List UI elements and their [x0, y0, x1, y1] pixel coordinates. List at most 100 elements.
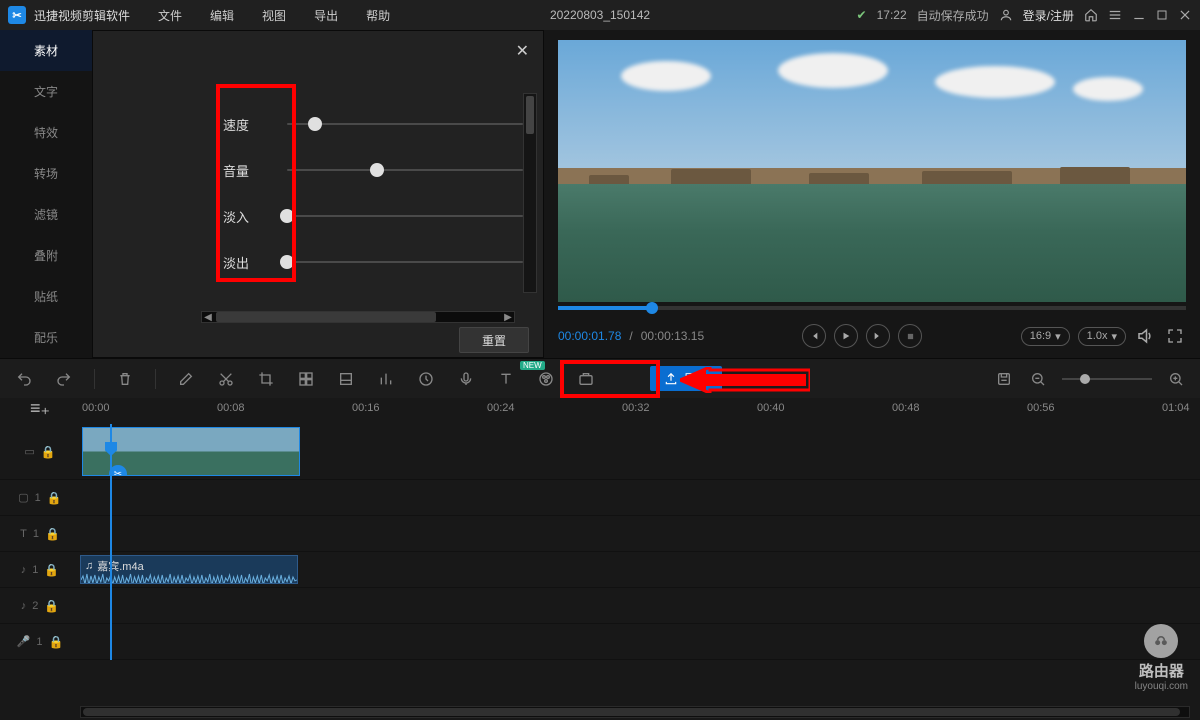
- zoom-in-icon[interactable]: [1166, 369, 1186, 389]
- mic-track-icon: 🎤: [17, 635, 31, 648]
- mic-icon[interactable]: [456, 369, 476, 389]
- volume-icon[interactable]: [1134, 325, 1156, 347]
- export-label: 导出: [684, 370, 708, 387]
- time-current: 00:00:01.78: [558, 329, 621, 343]
- fullscreen-icon[interactable]: [1164, 325, 1186, 347]
- zoom-out-icon[interactable]: [1028, 369, 1048, 389]
- voice-track[interactable]: 🎤1🔒: [0, 624, 1200, 660]
- text-icon[interactable]: [496, 369, 516, 389]
- new-badge: NEW: [520, 361, 545, 370]
- slider-speed[interactable]: 速度: [201, 101, 523, 147]
- playhead[interactable]: [110, 424, 112, 660]
- export-button[interactable]: 导出: [650, 366, 722, 391]
- slider-fadein-label: 淡入: [201, 207, 271, 226]
- menu-file[interactable]: 文件: [158, 7, 182, 24]
- project-name: 20220803_150142: [550, 8, 650, 22]
- app-logo: ✂: [8, 6, 26, 24]
- new-feature-icon[interactable]: [576, 369, 596, 389]
- login-link[interactable]: 登录/注册: [1023, 7, 1074, 24]
- cut-icon[interactable]: [216, 369, 236, 389]
- text-track-icon: T: [20, 528, 27, 540]
- lock-icon: 🔒: [47, 491, 62, 505]
- slider-fadein[interactable]: 淡入: [201, 193, 523, 239]
- tab-music[interactable]: 配乐: [0, 317, 92, 358]
- undo-icon[interactable]: [14, 369, 34, 389]
- maximize-icon[interactable]: [1156, 9, 1168, 21]
- edit-icon[interactable]: [176, 369, 196, 389]
- main-menu: 文件 编辑 视图 导出 帮助: [158, 7, 390, 24]
- delete-icon[interactable]: [115, 369, 135, 389]
- menu-help[interactable]: 帮助: [366, 7, 390, 24]
- time-icon[interactable]: [416, 369, 436, 389]
- prev-frame-button[interactable]: [802, 324, 826, 348]
- equalizer-icon[interactable]: [376, 369, 396, 389]
- panel-hscroll[interactable]: ◀ ▶: [201, 311, 515, 323]
- close-icon[interactable]: [1178, 8, 1192, 22]
- zoom-slider[interactable]: [1062, 378, 1152, 380]
- panel-close-icon[interactable]: ✕: [516, 41, 529, 61]
- redo-icon[interactable]: [54, 369, 74, 389]
- time-total: 00:00:13.15: [641, 329, 704, 343]
- mosaic-icon[interactable]: [296, 369, 316, 389]
- tab-effect[interactable]: 特效: [0, 112, 92, 153]
- panel-vscroll[interactable]: [523, 93, 537, 293]
- audio-track-2[interactable]: ♪2🔒: [0, 588, 1200, 624]
- menu-export[interactable]: 导出: [314, 7, 338, 24]
- tab-transition[interactable]: 转场: [0, 153, 92, 194]
- timeline-hscroll[interactable]: [80, 706, 1190, 718]
- menu-view[interactable]: 视图: [262, 7, 286, 24]
- video-track[interactable]: ▭🔒 ✂: [0, 424, 1200, 480]
- left-tabs: 素材 文字 特效 转场 滤镜 叠附 贴纸 配乐: [0, 30, 92, 358]
- color-icon[interactable]: [536, 369, 556, 389]
- toolbar: NEW 导出: [0, 358, 1200, 398]
- tab-material[interactable]: 素材: [0, 30, 92, 71]
- audio-track-1[interactable]: ♪1🔒 ♫嘉宾.m4a: [0, 552, 1200, 588]
- autosave-check-icon: ✔: [857, 8, 867, 22]
- tab-filter[interactable]: 滤镜: [0, 194, 92, 235]
- menu-edit[interactable]: 编辑: [210, 7, 234, 24]
- overlay-track[interactable]: ▢1🔒: [0, 480, 1200, 516]
- tab-text[interactable]: 文字: [0, 71, 92, 112]
- properties-panel: ✕ 速度 音量 淡入 淡出 ◀ ▶ 重置: [92, 30, 544, 358]
- audio-file-icon: ♫: [85, 560, 93, 572]
- watermark: 路由器 luyouqi.com: [1135, 624, 1188, 692]
- save-icon[interactable]: [994, 369, 1014, 389]
- scroll-left-icon[interactable]: ◀: [202, 311, 214, 323]
- crop-icon[interactable]: [256, 369, 276, 389]
- timeline-ruler[interactable]: ≡₊ 00:00 00:08 00:16 00:24 00:32 00:40 0…: [0, 398, 1200, 424]
- autosave-label: 自动保存成功: [917, 7, 989, 24]
- speed-select[interactable]: 1.0x▾: [1078, 327, 1126, 346]
- stop-button[interactable]: [898, 324, 922, 348]
- lock-icon: 🔒: [44, 563, 59, 577]
- text-track[interactable]: T1🔒: [0, 516, 1200, 552]
- lock-icon: 🔒: [41, 445, 56, 459]
- tab-overlay[interactable]: 叠附: [0, 235, 92, 276]
- next-frame-button[interactable]: [866, 324, 890, 348]
- titlebar: ✂ 迅捷视频剪辑软件 文件 编辑 视图 导出 帮助 20220803_15014…: [0, 0, 1200, 30]
- film-icon: ▭: [24, 445, 34, 458]
- tab-sticker[interactable]: 贴纸: [0, 276, 92, 317]
- preview-progress[interactable]: [558, 306, 1186, 310]
- preview-area: 00:00:01.78 / 00:00:13.15 16:9▾ 1.0x▾: [544, 30, 1200, 358]
- app-title: 迅捷视频剪辑软件: [34, 7, 130, 24]
- slider-fadeout-label: 淡出: [201, 253, 271, 272]
- time-separator: /: [629, 329, 632, 343]
- slider-fadeout[interactable]: 淡出: [201, 239, 523, 285]
- autosave-time: 17:22: [877, 8, 907, 22]
- home-icon[interactable]: [1084, 8, 1098, 22]
- audio-clip[interactable]: ♫嘉宾.m4a: [80, 555, 298, 584]
- add-track-icon[interactable]: ≡₊: [30, 398, 50, 419]
- scroll-right-icon[interactable]: ▶: [502, 311, 514, 323]
- slider-speed-label: 速度: [201, 115, 271, 134]
- music-icon: ♪: [21, 600, 27, 612]
- ratio-select[interactable]: 16:9▾: [1021, 327, 1070, 346]
- hamburger-icon[interactable]: [1108, 8, 1122, 22]
- play-button[interactable]: [834, 324, 858, 348]
- freeze-icon[interactable]: [336, 369, 356, 389]
- highlight-box-export: [560, 360, 660, 398]
- minimize-icon[interactable]: [1132, 8, 1146, 22]
- reset-button[interactable]: 重置: [459, 327, 529, 353]
- lock-icon: 🔒: [44, 599, 59, 613]
- music-icon: ♪: [21, 564, 27, 576]
- slider-volume[interactable]: 音量: [201, 147, 523, 193]
